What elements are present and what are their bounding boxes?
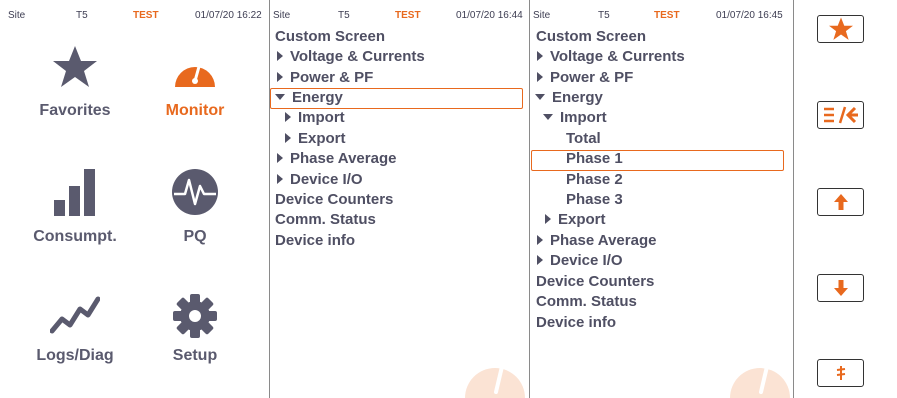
chevron-right-icon — [277, 51, 283, 62]
menu-item-device-counters[interactable]: Device Counters — [275, 190, 393, 210]
extra-key[interactable] — [817, 359, 864, 387]
chevron-right-icon — [285, 112, 291, 123]
status-bar: Site T5 TEST 01/07/20 16:44 — [270, 0, 529, 24]
status-device: T5 — [338, 10, 350, 21]
chevron-right-icon — [285, 133, 291, 144]
monitor-menu-screen: Site T5 TEST 01/07/20 16:44 Custom Scree… — [270, 0, 529, 398]
tile-favorites[interactable]: Favorites — [30, 45, 120, 125]
tile-consumption[interactable]: Consumpt. — [30, 168, 120, 248]
status-mode: TEST — [654, 10, 680, 21]
chevron-right-icon — [277, 174, 283, 185]
bar-chart-icon — [54, 169, 95, 216]
symbol-icon — [836, 366, 845, 380]
tile-label: PQ — [183, 228, 207, 245]
menu-item-voltage-currents[interactable]: Voltage & Currents — [277, 47, 425, 67]
menu-item-custom-screen[interactable]: Custom Screen — [536, 27, 646, 47]
status-bar: Site T5 TEST 01/07/20 16:22 — [0, 0, 269, 24]
menu-item-custom-screen[interactable]: Custom Screen — [275, 27, 385, 47]
tile-label: Consumpt. — [33, 228, 117, 245]
menu-item-energy[interactable]: Energy — [535, 88, 603, 108]
star-icon — [53, 46, 97, 87]
menu-item-voltage-currents[interactable]: Voltage & Currents — [537, 47, 685, 67]
tile-label: Setup — [172, 347, 218, 364]
gauge-watermark-icon — [465, 356, 525, 398]
menu-item-import[interactable]: Import — [543, 108, 607, 128]
back-key[interactable] — [817, 101, 864, 129]
status-datetime: 01/07/20 16:22 — [195, 10, 262, 21]
chevron-right-icon — [537, 51, 543, 62]
chevron-right-icon — [277, 153, 283, 164]
chevron-right-icon — [545, 214, 551, 225]
chevron-right-icon — [277, 72, 283, 83]
menu-item-phase-2[interactable]: Phase 2 — [566, 170, 623, 190]
tile-pq[interactable]: PQ — [150, 168, 240, 248]
menu-item-comm-status[interactable]: Comm. Status — [536, 292, 637, 312]
trend-line-icon — [50, 296, 100, 334]
menu-item-comm-status[interactable]: Comm. Status — [275, 210, 376, 230]
menu-item-import[interactable]: Import — [285, 108, 345, 128]
menu-item-power-pf[interactable]: Power & PF — [537, 68, 633, 88]
chevron-down-icon — [275, 94, 285, 101]
chevron-down-icon — [535, 94, 545, 101]
status-device: T5 — [76, 10, 88, 21]
gear-icon — [173, 294, 217, 338]
status-datetime: 01/07/20 16:45 — [716, 10, 783, 21]
menu-item-device-info[interactable]: Device info — [275, 231, 355, 251]
energy-import-screen: Site T5 TEST 01/07/20 16:45 Custom Scree… — [530, 0, 793, 398]
status-bar: Site T5 TEST 01/07/20 16:45 — [530, 0, 793, 24]
menu-item-device-io[interactable]: Device I/O — [277, 170, 363, 190]
status-site: Site — [273, 10, 291, 21]
status-site: Site — [8, 10, 26, 21]
chevron-right-icon — [537, 255, 543, 266]
chevron-right-icon — [537, 72, 543, 83]
chevron-right-icon — [537, 235, 543, 246]
menu-item-export[interactable]: Export — [545, 210, 606, 230]
tile-label: Logs/Diag — [36, 347, 114, 364]
gauge-watermark-icon — [730, 356, 790, 398]
up-key[interactable] — [817, 188, 864, 216]
status-mode: TEST — [395, 10, 421, 21]
menu-item-export[interactable]: Export — [285, 129, 346, 149]
menu-item-phase-1[interactable]: Phase 1 — [566, 149, 623, 169]
screen-divider — [793, 0, 794, 398]
menu-item-device-info[interactable]: Device info — [536, 313, 616, 333]
home-screen: Site T5 TEST 01/07/20 16:22 Favorites Mo… — [0, 0, 269, 398]
tile-logs-diag[interactable]: Logs/Diag — [30, 293, 120, 373]
menu-item-total[interactable]: Total — [566, 129, 601, 149]
favorites-key[interactable] — [817, 15, 864, 43]
menu-item-phase-average[interactable]: Phase Average — [537, 231, 656, 251]
menu-back-icon — [823, 106, 858, 124]
status-mode: TEST — [133, 10, 159, 21]
arrow-up-icon — [833, 194, 848, 210]
menu-item-phase-3[interactable]: Phase 3 — [566, 190, 623, 210]
status-device: T5 — [598, 10, 610, 21]
chevron-down-icon — [543, 114, 553, 121]
star-icon — [828, 17, 853, 40]
tile-monitor[interactable]: Monitor — [150, 45, 240, 125]
menu-item-energy[interactable]: Energy — [275, 88, 343, 108]
down-key[interactable] — [817, 274, 864, 302]
status-datetime: 01/07/20 16:44 — [456, 10, 523, 21]
gauge-icon — [175, 61, 215, 87]
menu-item-device-counters[interactable]: Device Counters — [536, 272, 654, 292]
tile-label: Favorites — [39, 102, 111, 119]
menu-item-device-io[interactable]: Device I/O — [537, 251, 623, 271]
menu-item-power-pf[interactable]: Power & PF — [277, 68, 373, 88]
tile-setup[interactable]: Setup — [150, 293, 240, 373]
arrow-down-icon — [833, 280, 848, 296]
status-site: Site — [533, 10, 551, 21]
menu-item-phase-average[interactable]: Phase Average — [277, 149, 396, 169]
waveform-icon — [172, 169, 218, 215]
tile-label: Monitor — [165, 102, 225, 119]
